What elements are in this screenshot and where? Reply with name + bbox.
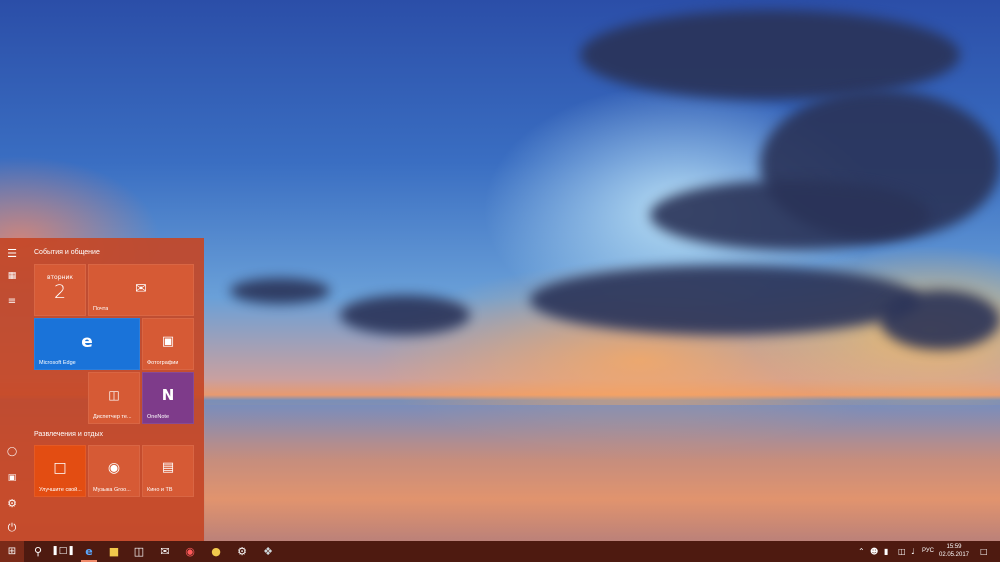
file-explorer-icon[interactable]: ■ xyxy=(102,541,126,562)
search-icon[interactable]: ⚲ xyxy=(26,541,50,562)
all-apps-list-icon[interactable]: ≡ xyxy=(4,294,20,310)
hamburger-menu-icon[interactable]: ☰ xyxy=(4,246,20,262)
groove-music-label: Музыка Groo... xyxy=(93,487,131,493)
edge-browser-icon[interactable]: e xyxy=(77,541,101,562)
group-title-entertainment[interactable]: Развлечения и отдых xyxy=(34,431,103,438)
mail-label: Почта xyxy=(93,306,109,312)
onenote-tile[interactable]: N OneNote xyxy=(142,372,194,424)
clock-date: 02.05.2017 xyxy=(938,552,970,558)
cloud xyxy=(580,10,960,100)
documents-icon[interactable]: ▣ xyxy=(4,470,20,486)
photos-icon: ▣ xyxy=(161,334,175,349)
cloud xyxy=(340,295,470,335)
user-avatar-icon[interactable]: ◯ xyxy=(4,444,20,460)
task-view-icon[interactable]: ❚□❚ xyxy=(51,541,75,562)
photos-label: Фотографии xyxy=(147,360,179,366)
movies-tv-tile[interactable]: ▤ Кино и ТВ xyxy=(142,445,194,497)
people-icon[interactable]: ☻ xyxy=(870,541,878,562)
office-tile[interactable]: □ Улучшите свой... xyxy=(34,445,86,497)
calendar-tile[interactable]: вторник 2 xyxy=(34,264,86,316)
chrome-icon[interactable]: ● xyxy=(204,541,228,562)
edge-icon: e xyxy=(81,332,93,352)
office-label: Улучшите свой... xyxy=(39,487,82,493)
device-manager-label: Диспетчер те... xyxy=(93,414,132,420)
taskbar: ⊞ ⚲ ❚□❚ e ■ ◫ ✉ ◉ ● ⚙ ❖ ⌃ ☻ ▮ ◫ ♩ РУС 15… xyxy=(0,541,1000,562)
onenote-icon: N xyxy=(161,386,175,404)
office-icon: □ xyxy=(53,460,67,476)
photos-tile[interactable]: ▣ Фотографии xyxy=(142,318,194,370)
start-menu-rail: ☰ ▦ ≡ ◯ ▣ ⚙ ⏻ xyxy=(0,238,24,541)
cloud xyxy=(880,290,1000,350)
sea xyxy=(205,405,1000,541)
group-title-events[interactable]: События и общение xyxy=(34,249,100,256)
mail-taskbar-icon[interactable]: ✉ xyxy=(153,541,177,562)
onenote-label: OneNote xyxy=(147,414,170,420)
media-player-icon[interactable]: ◉ xyxy=(178,541,202,562)
movies-tv-icon: ▤ xyxy=(161,460,175,475)
settings-taskbar-icon[interactable]: ⚙ xyxy=(230,541,254,562)
clock-time: 15:59 xyxy=(946,544,962,550)
start-menu: ☰ ▦ ≡ ◯ ▣ ⚙ ⏻ События и общение вторник … xyxy=(0,238,204,541)
movies-tv-label: Кино и ТВ xyxy=(147,487,173,493)
calendar-day: вторник xyxy=(47,274,73,281)
windows-start-icon[interactable]: ⊞ xyxy=(0,541,24,562)
app-taskbar-icon[interactable]: ❖ xyxy=(256,541,280,562)
cloud xyxy=(530,265,920,335)
tiles-view-icon[interactable]: ▦ xyxy=(4,268,20,284)
cloud xyxy=(650,180,930,250)
store-icon[interactable]: ◫ xyxy=(127,541,151,562)
cloud xyxy=(230,278,330,304)
battery-icon[interactable]: ▮ xyxy=(884,541,888,562)
edge-tile[interactable]: e Microsoft Edge xyxy=(34,318,140,370)
calendar-date: 2 xyxy=(53,281,67,303)
power-icon[interactable]: ⏻ xyxy=(4,520,20,536)
show-hidden-icons-chevron-icon[interactable]: ⌃ xyxy=(858,541,865,562)
volume-icon[interactable]: ♩ xyxy=(911,541,915,562)
input-language[interactable]: РУС xyxy=(922,541,934,562)
settings-gear-icon[interactable]: ⚙ xyxy=(4,496,20,512)
groove-music-tile[interactable]: ◉ Музыка Groo... xyxy=(88,445,140,497)
network-icon[interactable]: ◫ xyxy=(898,541,906,562)
clock[interactable]: 15:59 02.05.2017 xyxy=(936,543,972,559)
mail-icon: ✉ xyxy=(135,281,147,297)
mail-tile[interactable]: ✉ Почта xyxy=(88,264,194,316)
edge-label: Microsoft Edge xyxy=(39,360,76,366)
groove-music-icon: ◉ xyxy=(107,460,121,476)
device-manager-tile[interactable]: ◫ Диспетчер те... xyxy=(88,372,140,424)
action-center-icon[interactable]: □ xyxy=(980,541,988,562)
device-manager-icon: ◫ xyxy=(108,388,120,402)
